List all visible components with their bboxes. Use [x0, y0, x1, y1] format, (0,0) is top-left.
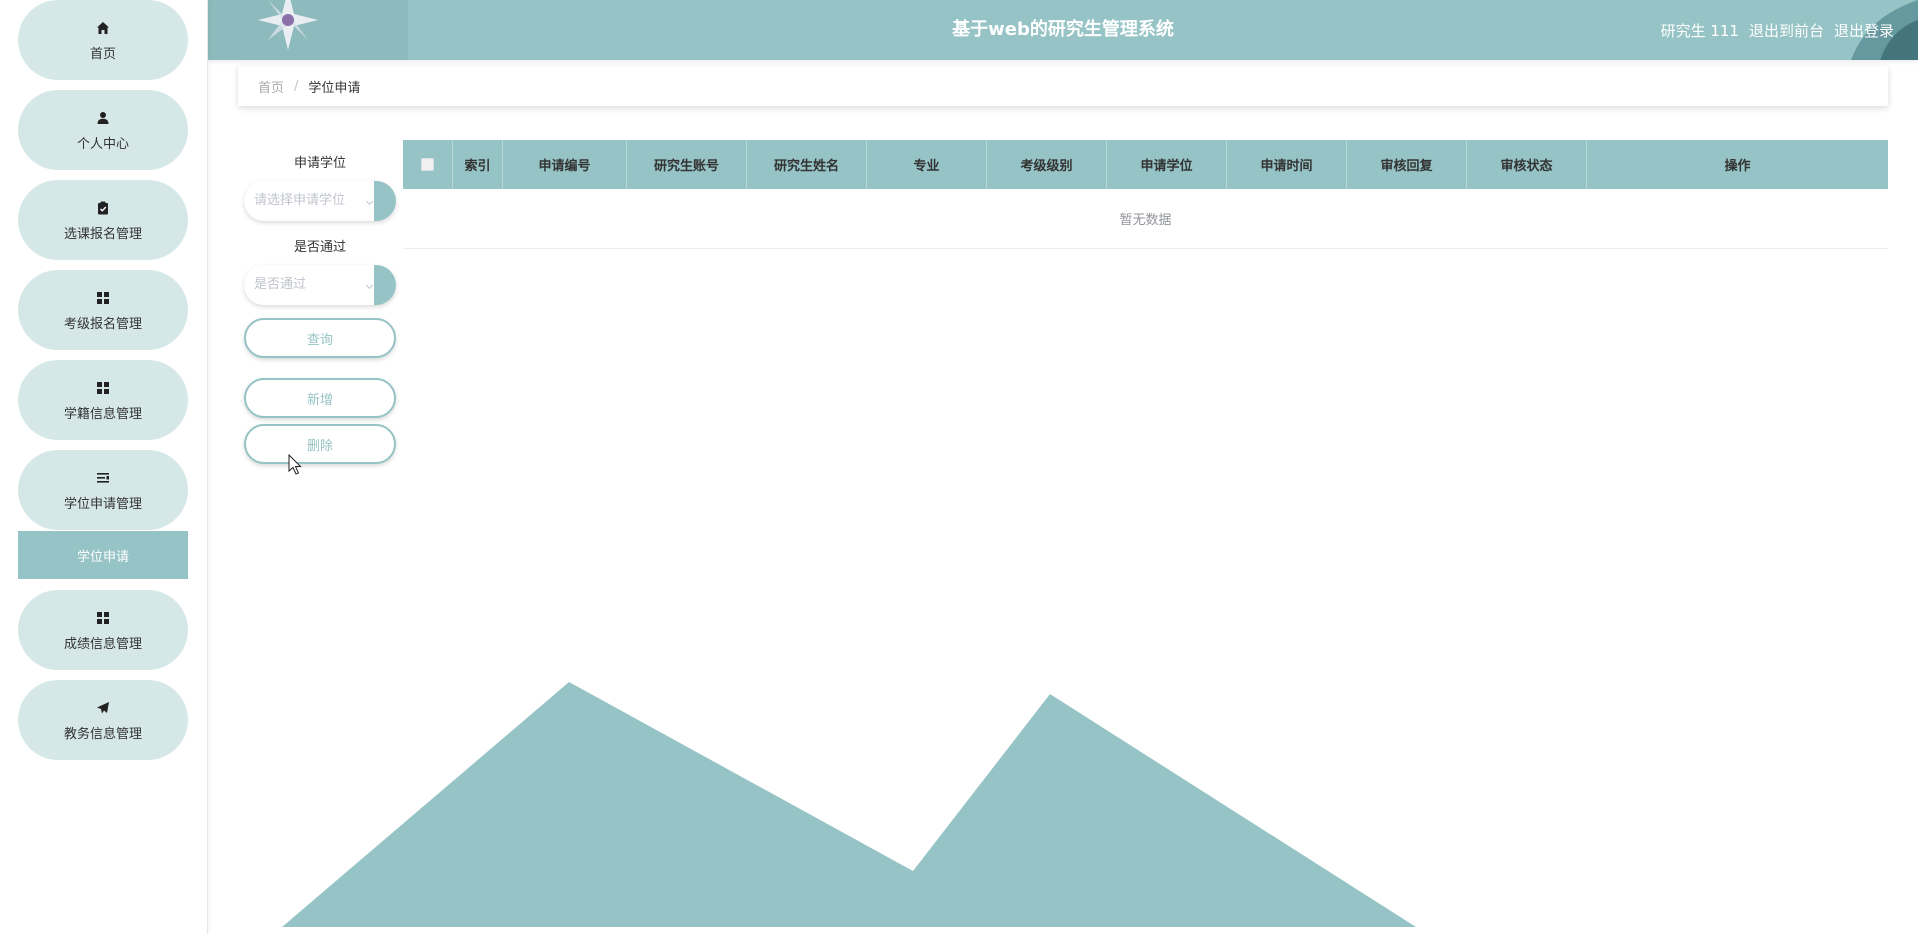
breadcrumb: 首页 / 学位申请: [238, 66, 1888, 106]
sidebar-item-degree-application-management[interactable]: 学位申请管理: [18, 450, 188, 530]
select-all-checkbox[interactable]: [421, 158, 434, 171]
column-header-review-status: 审核状态: [1467, 140, 1587, 189]
column-header-degree: 申请学位: [1107, 140, 1227, 189]
grid-icon: [94, 379, 112, 397]
pass-select[interactable]: 是否通过: [244, 265, 396, 305]
column-header-student-account: 研究生账号: [627, 140, 747, 189]
mouse-cursor-icon: [288, 454, 302, 475]
sidebar-item-personal-center[interactable]: 个人中心: [18, 90, 188, 170]
pass-select-placeholder: 是否通过: [254, 277, 307, 292]
column-header-major: 专业: [867, 140, 987, 189]
logout-link[interactable]: 退出登录: [1834, 20, 1894, 41]
sidebar-item-label: 考级报名管理: [63, 316, 142, 332]
sidebar-item-label: 成绩信息管理: [63, 636, 142, 652]
degree-select-placeholder: 请选择申请学位: [254, 193, 346, 208]
sidebar-item-label: 学籍信息管理: [63, 406, 142, 422]
back-to-front-link[interactable]: 退出到前台: [1749, 20, 1824, 41]
column-header-index: 索引: [453, 140, 503, 189]
grid-icon: [94, 609, 112, 627]
breadcrumb-separator: /: [294, 78, 299, 94]
sidebar-item-label: 个人中心: [76, 136, 129, 152]
chevron-down-icon: [365, 281, 374, 290]
sidebar-item-home[interactable]: 首页: [18, 0, 188, 80]
home-icon: [94, 19, 112, 37]
table-empty-text: 暂无数据: [403, 189, 1888, 249]
sidebar-item-label: 教务信息管理: [63, 726, 142, 742]
degree-select[interactable]: 请选择申请学位: [244, 181, 396, 221]
paper-plane-icon: [94, 699, 112, 717]
header-user-area: 研究生 111 退出到前台 退出登录: [1661, 0, 1894, 60]
sidebar-item-label: 首页: [89, 46, 116, 62]
sidebar-item-academic-affairs[interactable]: 教务信息管理: [18, 680, 188, 760]
user-name: 研究生 111: [1660, 21, 1739, 40]
column-header-exam-level: 考级级别: [987, 140, 1107, 189]
breadcrumb-home[interactable]: 首页: [258, 77, 284, 96]
clipboard-icon: [94, 199, 112, 217]
sidebar: 首页 个人中心 选课报名管理 考级报名管理 学籍信息管理 学位申请管理 学位申请: [0, 0, 208, 934]
delete-button[interactable]: 删除: [244, 424, 396, 464]
add-button[interactable]: 新增: [244, 378, 396, 418]
chevron-down-icon: [365, 197, 374, 206]
sidebar-subitem-degree-application[interactable]: 学位申请: [18, 531, 188, 579]
top-header: 基于web的研究生管理系统 研究生 111 退出到前台 退出登录: [208, 0, 1918, 60]
sidebar-item-label: 选课报名管理: [63, 226, 142, 242]
table-header: 索引 申请编号 研究生账号 研究生姓名 专业 考级级别 申请学位 申请时间 审核…: [403, 140, 1888, 189]
list-icon: [94, 469, 112, 487]
select-arrow-tab: [374, 181, 396, 221]
sidebar-item-student-status[interactable]: 学籍信息管理: [18, 360, 188, 440]
sidebar-item-course-enrollment[interactable]: 选课报名管理: [18, 180, 188, 260]
select-arrow-tab: [374, 265, 396, 305]
breadcrumb-current: 学位申请: [308, 80, 361, 96]
column-header-actions: 操作: [1724, 159, 1751, 174]
degree-application-table: 索引 申请编号 研究生账号 研究生姓名 专业 考级级别 申请学位 申请时间 审核…: [403, 140, 1888, 249]
pass-filter-label: 是否通过: [293, 240, 346, 255]
column-header-review-reply: 审核回复: [1347, 140, 1467, 189]
column-header-application-no: 申请编号: [503, 140, 627, 189]
select-all-cell: [403, 140, 453, 189]
column-header-apply-time: 申请时间: [1227, 140, 1347, 189]
sidebar-item-grade-management[interactable]: 成绩信息管理: [18, 590, 188, 670]
user-icon: [94, 109, 112, 127]
column-header-student-name: 研究生姓名: [747, 140, 867, 189]
grid-icon: [94, 289, 112, 307]
degree-filter-label: 申请学位: [293, 156, 346, 171]
sidebar-item-label: 学位申请管理: [63, 496, 142, 512]
query-button[interactable]: 查询: [244, 318, 396, 358]
sidebar-item-exam-enrollment[interactable]: 考级报名管理: [18, 270, 188, 350]
